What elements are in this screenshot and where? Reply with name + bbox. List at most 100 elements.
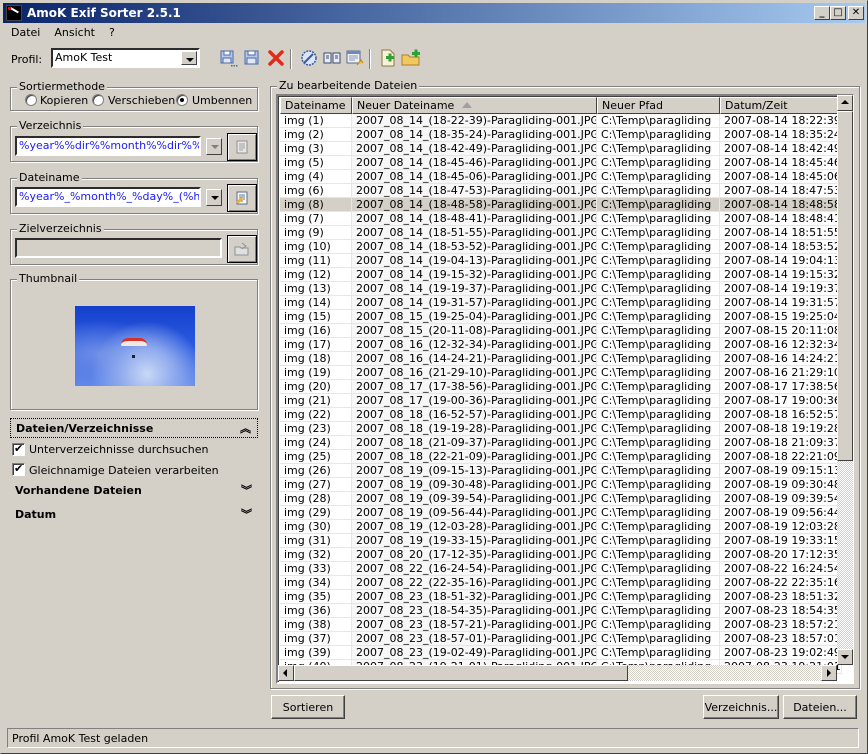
table-row[interactable]: img (33) 2007_08_22_(16-24-54)-Paraglidin… (280, 562, 842, 576)
table-row[interactable]: img (38) 2007_08_23_(18-57-21)-Paraglidin… (280, 618, 842, 632)
save-as-icon[interactable] (218, 48, 238, 68)
directory-pattern-input[interactable]: %year%%dir%%month%%dir%%d (15, 136, 201, 156)
table-row[interactable]: img (18) 2007_08_16_(14-24-21)-Paraglidin… (280, 352, 842, 366)
menu-datei[interactable]: Datei (3, 24, 46, 39)
menu-help[interactable]: ? (101, 24, 121, 39)
add-folder-icon[interactable] (401, 48, 421, 68)
table-row[interactable]: img (16) 2007_08_15_(20-11-08)-Paraglidin… (280, 324, 842, 338)
table-row[interactable]: img (21) 2007_08_17_(19-00-36)-Paraglidin… (280, 394, 842, 408)
table-row[interactable]: img (9) 2007_08_14_(18-51-55)-Paragliding… (280, 226, 842, 240)
table-cell: 2007-08-22 16:24:54 (720, 562, 842, 576)
table-row[interactable]: img (23) 2007_08_18_(19-19-28)-Paraglidin… (280, 422, 842, 436)
table-row[interactable]: img (10) 2007_08_14_(18-53-52)-Paraglidin… (280, 240, 842, 254)
table-row[interactable]: img (20) 2007_08_17_(17-38-56)-Paraglidin… (280, 380, 842, 394)
column-header-new-path[interactable]: Neuer Pfad (597, 97, 720, 114)
table-row[interactable]: img (28) 2007_08_19_(09-39-54)-Paraglidin… (280, 492, 842, 506)
target-dir-input[interactable] (15, 238, 222, 258)
table-cell: 2007_08_18_(21-09-37)-Paragliding-001.JP… (352, 436, 597, 450)
close-button[interactable]: ✕ (848, 6, 864, 20)
vertical-scroll-thumb[interactable] (837, 111, 853, 461)
table-row[interactable]: img (6) 2007_08_14_(18-47-53)-Paragliding… (280, 184, 842, 198)
table-row[interactable]: img (15) 2007_08_15_(19-25-04)-Paraglidin… (280, 310, 842, 324)
table-row[interactable]: img (32) 2007_08_20_(17-12-35)-Paraglidin… (280, 548, 842, 562)
settings-icon[interactable] (299, 48, 319, 68)
filename-pattern-input[interactable]: %year%_%month%_%day%_(%ho (15, 187, 201, 207)
save-icon[interactable] (242, 48, 262, 68)
table-row[interactable]: img (34) 2007_08_22_(22-35-16)-Paraglidin… (280, 576, 842, 590)
directory-pattern-editor-button[interactable] (227, 133, 257, 161)
scroll-down-button[interactable] (837, 649, 853, 665)
table-row[interactable]: img (3) 2007_08_14_(18-42-49)-Paragliding… (280, 142, 842, 156)
table-row[interactable]: img (29) 2007_08_19_(09-56-44)-Paraglidin… (280, 506, 842, 520)
table-row[interactable]: img (30) 2007_08_19_(12-03-28)-Paraglidin… (280, 520, 842, 534)
table-row[interactable]: img (8) 2007_08_14_(18-48-58)-Paragliding… (280, 198, 842, 212)
table-cell: C:\Temp\paragliding (597, 562, 720, 576)
directory-button[interactable]: Verzeichnis... (703, 695, 779, 719)
table-row[interactable]: img (35) 2007_08_23_(18-51-32)-Paraglidin… (280, 590, 842, 604)
files-legend: Zu bearbeitende Dateien (277, 79, 420, 92)
table-row[interactable]: img (2) 2007_08_14_(18-35-24)-Paragliding… (280, 128, 842, 142)
table-row[interactable]: img (37) 2007_08_23_(18-57-01)-Paraglidin… (280, 632, 842, 646)
table-row[interactable]: img (36) 2007_08_23_(18-54-35)-Paraglidin… (280, 604, 842, 618)
menu-ansicht[interactable]: Ansicht (46, 24, 101, 39)
scroll-left-button[interactable] (278, 665, 294, 681)
scroll-right-button[interactable] (821, 665, 837, 681)
help-book-icon[interactable] (322, 48, 342, 68)
chevron-down-icon[interactable] (181, 51, 197, 65)
table-cell: 2007-08-15 20:11:08 (720, 324, 842, 338)
column-header-new-filename[interactable]: Neuer Dateiname (352, 97, 597, 114)
table-row[interactable]: img (17) 2007_08_16_(12-32-34)-Paraglidin… (280, 338, 842, 352)
column-header-filename[interactable]: Dateiname (280, 97, 352, 114)
table-cell: 2007-08-14 18:47:53 (720, 184, 842, 198)
section-existing-files-header[interactable]: Vorhandene Dateien ︾ (10, 481, 258, 501)
column-header-datetime[interactable]: Datum/Zeit (720, 97, 845, 114)
table-row[interactable]: img (13) 2007_08_14_(19-19-37)-Paraglidin… (280, 282, 842, 296)
profile-select[interactable]: AmoK Test (51, 48, 200, 68)
table-cell: 2007-08-14 18:45:06 (720, 170, 842, 184)
maximize-button[interactable]: □ (830, 6, 846, 20)
table-cell: img (31) (280, 534, 352, 548)
filename-pattern-editor-button[interactable] (227, 184, 257, 212)
table-row[interactable]: img (27) 2007_08_19_(09-30-48)-Paraglidin… (280, 478, 842, 492)
table-row[interactable]: img (12) 2007_08_14_(19-15-32)-Paraglidin… (280, 268, 842, 282)
delete-icon[interactable] (266, 48, 286, 68)
radio-move[interactable] (92, 94, 104, 106)
minimize-button[interactable]: _ (814, 6, 830, 20)
radio-rename[interactable] (176, 94, 188, 106)
sort-method-legend: Sortiermethode (17, 80, 107, 93)
files-table[interactable]: Dateiname Neuer Dateiname Neuer Pfad Dat… (276, 94, 854, 684)
table-row[interactable]: img (19) 2007_08_16_(21-29-10)-Paraglidin… (280, 366, 842, 380)
sort-button[interactable]: Sortieren (271, 695, 345, 719)
table-row[interactable]: img (26) 2007_08_19_(09-15-13)-Paraglidin… (280, 464, 842, 478)
table-row[interactable]: img (24) 2007_08_18_(21-09-37)-Paraglidin… (280, 436, 842, 450)
horizontal-scroll-thumb[interactable] (294, 665, 628, 681)
table-row[interactable]: img (1) 2007_08_14_(18-22-39)-Paragliding… (280, 114, 842, 128)
table-row[interactable]: img (31) 2007_08_19_(19-33-15)-Paraglidin… (280, 534, 842, 548)
table-cell: 2007-08-16 12:32:34 (720, 338, 842, 352)
samename-checkbox[interactable] (12, 462, 25, 476)
table-row[interactable]: img (39) 2007_08_23_(19-02-49)-Paraglidin… (280, 646, 842, 660)
table-cell: 2007_08_20_(17-12-35)-Paragliding-001.JP… (352, 548, 597, 562)
table-row[interactable]: img (5) 2007_08_14_(18-45-46)-Paragliding… (280, 156, 842, 170)
browse-target-dir-button[interactable] (227, 235, 257, 263)
files-button[interactable]: Dateien... (783, 695, 857, 719)
table-row[interactable]: img (22) 2007_08_18_(16-52-57)-Paraglidin… (280, 408, 842, 422)
scroll-up-button[interactable] (837, 95, 853, 111)
sort-ascending-icon (462, 102, 473, 108)
add-file-icon[interactable] (378, 48, 398, 68)
log-icon[interactable] (345, 48, 365, 68)
section-date-header[interactable]: Datum ︾ (10, 505, 258, 525)
vertical-scrollbar[interactable] (837, 95, 853, 665)
table-row[interactable]: img (14) 2007_08_14_(19-31-57)-Paraglidin… (280, 296, 842, 310)
radio-copy[interactable] (25, 94, 37, 106)
filename-dropdown-button[interactable] (206, 189, 222, 206)
horizontal-scrollbar[interactable] (278, 665, 837, 681)
table-row[interactable]: img (4) 2007_08_14_(18-45-06)-Paragliding… (280, 170, 842, 184)
table-row[interactable]: img (7) 2007_08_14_(18-48-41)-Paragliding… (280, 212, 842, 226)
subdirs-checkbox[interactable] (12, 442, 25, 456)
section-files-dirs-header[interactable]: Dateien/Verzeichnisse ︽ (10, 418, 258, 438)
directory-dropdown-button[interactable] (206, 138, 222, 155)
table-row[interactable]: img (25) 2007_08_18_(22-21-09)-Paraglidin… (280, 450, 842, 464)
radio-rename-label: Umbennen (192, 94, 253, 107)
table-row[interactable]: img (11) 2007_08_14_(19-04-13)-Paraglidin… (280, 254, 842, 268)
